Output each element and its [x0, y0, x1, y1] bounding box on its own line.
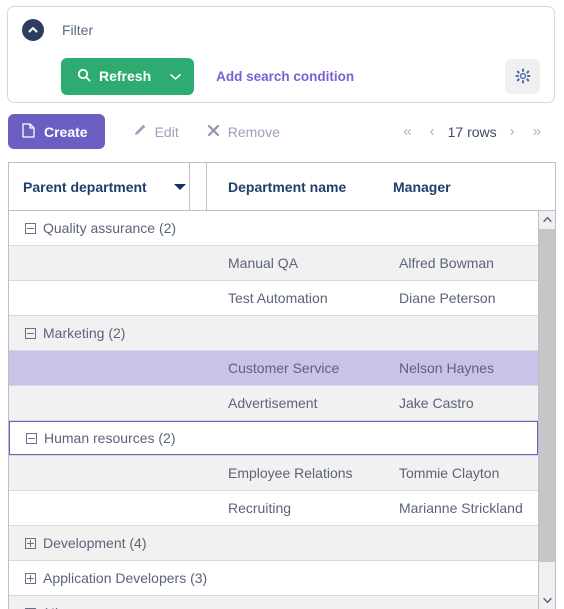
chevron-up-circle-icon[interactable]	[22, 19, 44, 41]
table-row[interactable]: Test Automation Diane Peterson	[9, 281, 538, 315]
group-cell: Human resources (2)	[10, 430, 176, 446]
search-icon	[77, 68, 91, 85]
collapse-toggle-icon[interactable]	[25, 327, 36, 339]
refresh-button[interactable]: Refresh	[61, 57, 195, 95]
cell-department-name: Recruiting	[228, 500, 292, 516]
group-cell: Marketing (2)	[9, 325, 125, 341]
scroll-up-button[interactable]	[539, 211, 555, 228]
column-header-spacer	[189, 163, 207, 210]
collapse-toggle-icon[interactable]	[26, 432, 37, 444]
create-button-label: Create	[44, 123, 88, 140]
cell-department-name: Employee Relations	[228, 465, 353, 481]
table-row[interactable]: Recruiting Marianne Strickland	[9, 491, 538, 525]
file-icon	[22, 122, 35, 141]
group-cell: Development (4)	[9, 535, 147, 551]
add-search-condition-link[interactable]: Add search condition	[216, 69, 354, 84]
close-x-icon	[207, 124, 220, 140]
tree-group-row[interactable]: Development (4)	[9, 526, 538, 560]
group-cell: (4)	[9, 605, 60, 609]
cell-department-name: Test Automation	[228, 290, 328, 306]
expand-toggle-icon[interactable]	[25, 572, 36, 584]
create-button[interactable]: Create	[8, 114, 105, 149]
cell-manager: Marianne Strickland	[399, 500, 523, 516]
group-label: Human resources (2)	[44, 430, 176, 446]
group-label: Development (4)	[43, 535, 147, 551]
cell-manager: Tommie Clayton	[399, 465, 500, 481]
cell-department-name: Advertisement	[228, 395, 318, 411]
pager-prev-button[interactable]: ‹	[421, 124, 444, 139]
gear-icon[interactable]	[505, 58, 540, 94]
column-header-department-name-label: Department name	[228, 178, 347, 195]
column-header-parent-department[interactable]: Parent department	[9, 163, 189, 210]
table-row[interactable]: Customer Service Nelson Haynes	[9, 351, 538, 385]
table-row[interactable]: Advertisement Jake Castro	[9, 386, 538, 420]
tree-group-row[interactable]: Marketing (2)	[9, 316, 538, 350]
tree-group-row[interactable]: (4)	[9, 596, 538, 609]
chevron-down-icon	[170, 69, 181, 84]
group-cell: Application Developers (3)	[9, 570, 207, 586]
collapse-toggle-icon[interactable]	[25, 222, 36, 234]
cell-manager: Alfred Bowman	[399, 255, 494, 271]
group-label: Quality assurance (2)	[43, 220, 177, 236]
expand-toggle-icon[interactable]	[25, 537, 36, 549]
cell-manager: Diane Peterson	[399, 290, 496, 306]
tree-group-row[interactable]: Quality assurance (2)	[9, 211, 538, 245]
pencil-icon	[133, 123, 147, 140]
sort-descending-icon[interactable]	[174, 184, 186, 190]
cell-manager: Jake Castro	[399, 395, 474, 411]
group-label: Marketing (2)	[43, 325, 126, 341]
refresh-button-label: Refresh	[99, 68, 152, 84]
pagination: « ‹ 17 rows › »	[394, 124, 556, 140]
grid-body: Quality assurance (2) Manual QA Alfred Bow…	[9, 211, 555, 609]
pager-rows-count: 17 rows	[447, 123, 497, 140]
tree-group-row[interactable]: Human resources (2)	[9, 421, 538, 455]
column-header-department-name[interactable]: Department name	[214, 163, 379, 210]
refresh-dropdown-toggle[interactable]	[165, 58, 194, 95]
group-label: (4)	[43, 605, 60, 609]
pager-last-button[interactable]: »	[524, 124, 550, 139]
cell-manager: Nelson Haynes	[399, 360, 494, 376]
pager-first-button[interactable]: «	[394, 124, 420, 139]
department-grid: Parent department Department name Manage…	[8, 162, 556, 609]
tree-group-row[interactable]: Application Developers (3)	[9, 561, 538, 595]
table-row[interactable]: Employee Relations Tommie Clayton	[9, 456, 538, 490]
filter-header: Filter	[22, 19, 93, 41]
pager-next-button[interactable]: ›	[501, 124, 524, 139]
table-row[interactable]: Manual QA Alfred Bowman	[9, 246, 538, 280]
cell-department-name: Manual QA	[228, 255, 299, 271]
filter-title: Filter	[62, 22, 94, 38]
column-header-parent-department-label: Parent department	[23, 178, 147, 195]
refresh-button-main[interactable]: Refresh	[61, 58, 165, 95]
scroll-down-button[interactable]	[539, 592, 555, 609]
remove-button-label: Remove	[227, 123, 280, 140]
remove-button[interactable]: Remove	[207, 124, 280, 140]
filter-controls: Refresh Add search condition	[61, 57, 540, 95]
filter-panel: Filter Refresh Add search condition	[7, 6, 555, 103]
column-header-manager[interactable]: Manager	[379, 163, 539, 210]
scroll-thumb[interactable]	[539, 229, 555, 562]
grid-header-row: Parent department Department name Manage…	[9, 163, 555, 211]
edit-button-label: Edit	[154, 123, 179, 140]
column-header-manager-label: Manager	[393, 178, 451, 195]
cell-department-name: Customer Service	[228, 360, 340, 376]
group-label: Application Developers (3)	[43, 570, 208, 586]
group-cell: Quality assurance (2)	[9, 220, 176, 236]
edit-button[interactable]: Edit	[133, 123, 179, 140]
grid-toolbar: Create Edit Remove « ‹ 17 rows › »	[8, 113, 556, 150]
grid-vertical-scrollbar[interactable]	[538, 211, 555, 609]
